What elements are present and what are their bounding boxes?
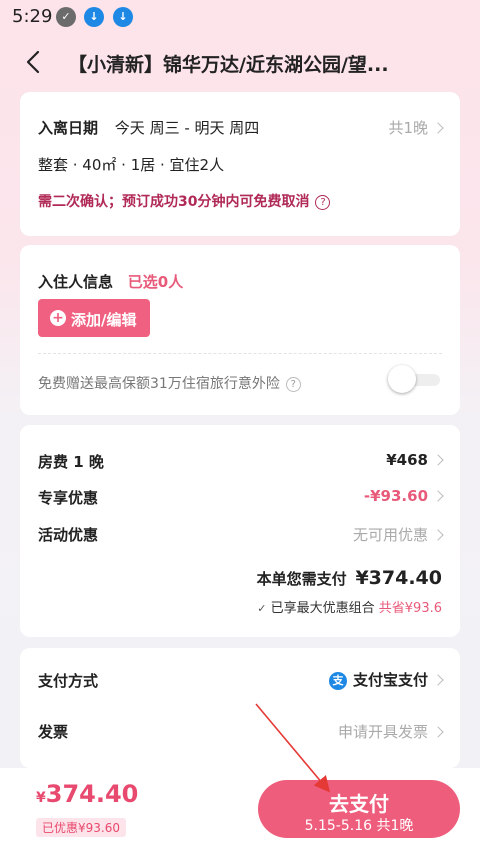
- invoice-label: 发票: [38, 723, 69, 741]
- currency-symbol: ¥: [36, 790, 46, 806]
- stay-info-card: 入离日期 今天 周三 - 明天 周四 共1晚 整套 · 40㎡ · 1居 · 宜…: [20, 92, 460, 236]
- chevron-right-icon: [432, 122, 444, 134]
- payment-card: 支付方式 支支付宝支付 发票 申请开具发票: [20, 648, 460, 768]
- total-label: 本单您需支付: [256, 570, 347, 588]
- page-title: 【小清新】锦华万达/近东湖公园/望...: [68, 54, 389, 76]
- pay-button-label: 去支付: [329, 792, 389, 816]
- combo-text: 已享最大优惠组合: [270, 601, 375, 616]
- activity-discount-value: 无可用优惠: [352, 526, 428, 544]
- discount-badge: 已优惠¥93.60: [36, 818, 126, 837]
- guest-info-row: 入住人信息 已选0人: [38, 271, 442, 292]
- invoice-value: 申请开具发票: [337, 723, 428, 741]
- guest-info-card: 入住人信息 已选0人 + 添加/编辑 免费赠送最高保额31万住宿旅行意外险?: [20, 245, 460, 415]
- exclusive-discount-label: 专享优惠: [38, 489, 99, 507]
- pay-button-dates: 5.15-5.16 共1晚: [304, 818, 414, 834]
- stay-dates-label: 入离日期: [38, 119, 99, 137]
- stay-details: 整套 · 40㎡ · 1居 · 宜住2人: [38, 156, 225, 174]
- divider: [38, 353, 442, 354]
- notification-icon: ✓: [56, 7, 76, 27]
- download-icon: ↓: [113, 7, 133, 27]
- alipay-icon: 支: [328, 671, 347, 690]
- activity-discount-row[interactable]: 活动优惠 无可用优惠: [38, 524, 444, 545]
- plus-icon: +: [50, 310, 66, 326]
- chevron-right-icon: [432, 674, 444, 686]
- bottom-price: ¥374.40: [36, 780, 138, 808]
- combo-row: ✓ 已享最大优惠组合 共省¥93.6: [38, 597, 442, 616]
- stay-dates-row[interactable]: 入离日期 今天 周三 - 明天 周四 共1晚: [38, 117, 444, 138]
- insurance-row: 免费赠送最高保额31万住宿旅行意外险?: [38, 373, 442, 393]
- back-arrow-icon[interactable]: [20, 48, 48, 76]
- stay-dates-value: 今天 周三 - 明天 周四: [114, 119, 260, 137]
- guest-selected-count: 已选0人: [127, 273, 184, 291]
- help-icon[interactable]: ?: [315, 194, 331, 210]
- total-row: 本单您需支付 ¥374.40: [38, 567, 442, 589]
- pricing-card: 房费 1 晚 ¥468 专享优惠 -¥93.60 活动优惠 无可用优惠 本单您需…: [20, 425, 460, 637]
- guest-info-label: 入住人信息: [38, 273, 114, 291]
- add-edit-guest-button[interactable]: + 添加/编辑: [38, 299, 150, 337]
- chevron-right-icon: [432, 454, 444, 466]
- add-edit-label: 添加/编辑: [71, 311, 137, 329]
- insurance-text: 免费赠送最高保额31万住宿旅行意外险: [38, 376, 280, 392]
- cancel-notice: 需二次确认；预订成功30分钟内可免费取消?: [38, 191, 442, 211]
- chevron-right-icon: [432, 490, 444, 502]
- room-fee-value: ¥468: [386, 451, 428, 469]
- chevron-right-icon: [432, 726, 444, 738]
- status-bar: 5:29 ✓ ↓ ↓: [0, 0, 480, 34]
- pay-button[interactable]: 去支付 5.15-5.16 共1晚: [258, 780, 460, 838]
- exclusive-discount-value: -¥93.60: [363, 487, 428, 505]
- help-icon[interactable]: ?: [285, 376, 301, 392]
- toggle-knob: [388, 365, 416, 393]
- activity-discount-label: 活动优惠: [38, 526, 99, 544]
- invoice-row[interactable]: 发票 申请开具发票: [38, 721, 444, 742]
- header: 【小清新】锦华万达/近东湖公园/望...: [0, 40, 480, 86]
- payment-method-label: 支付方式: [38, 672, 99, 690]
- download-icon: ↓: [84, 7, 104, 27]
- payment-method-value: 支付宝支付: [352, 671, 428, 689]
- stay-nights: 共1晚: [388, 119, 428, 137]
- payment-method-row[interactable]: 支付方式 支支付宝支付: [38, 670, 444, 691]
- bottom-amount: 374.40: [45, 780, 139, 808]
- check-icon: ✓: [257, 602, 267, 615]
- insurance-toggle[interactable]: [388, 365, 440, 393]
- total-value: ¥374.40: [355, 567, 442, 589]
- status-time: 5:29: [12, 6, 53, 27]
- room-fee-row[interactable]: 房费 1 晚 ¥468: [38, 451, 444, 472]
- exclusive-discount-row[interactable]: 专享优惠 -¥93.60: [38, 487, 444, 508]
- chevron-right-icon: [432, 529, 444, 541]
- cancel-notice-text: 需二次确认；预订成功30分钟内可免费取消: [38, 194, 310, 210]
- saved-text: 共省¥93.6: [378, 601, 442, 616]
- room-fee-label: 房费 1 晚: [38, 453, 104, 471]
